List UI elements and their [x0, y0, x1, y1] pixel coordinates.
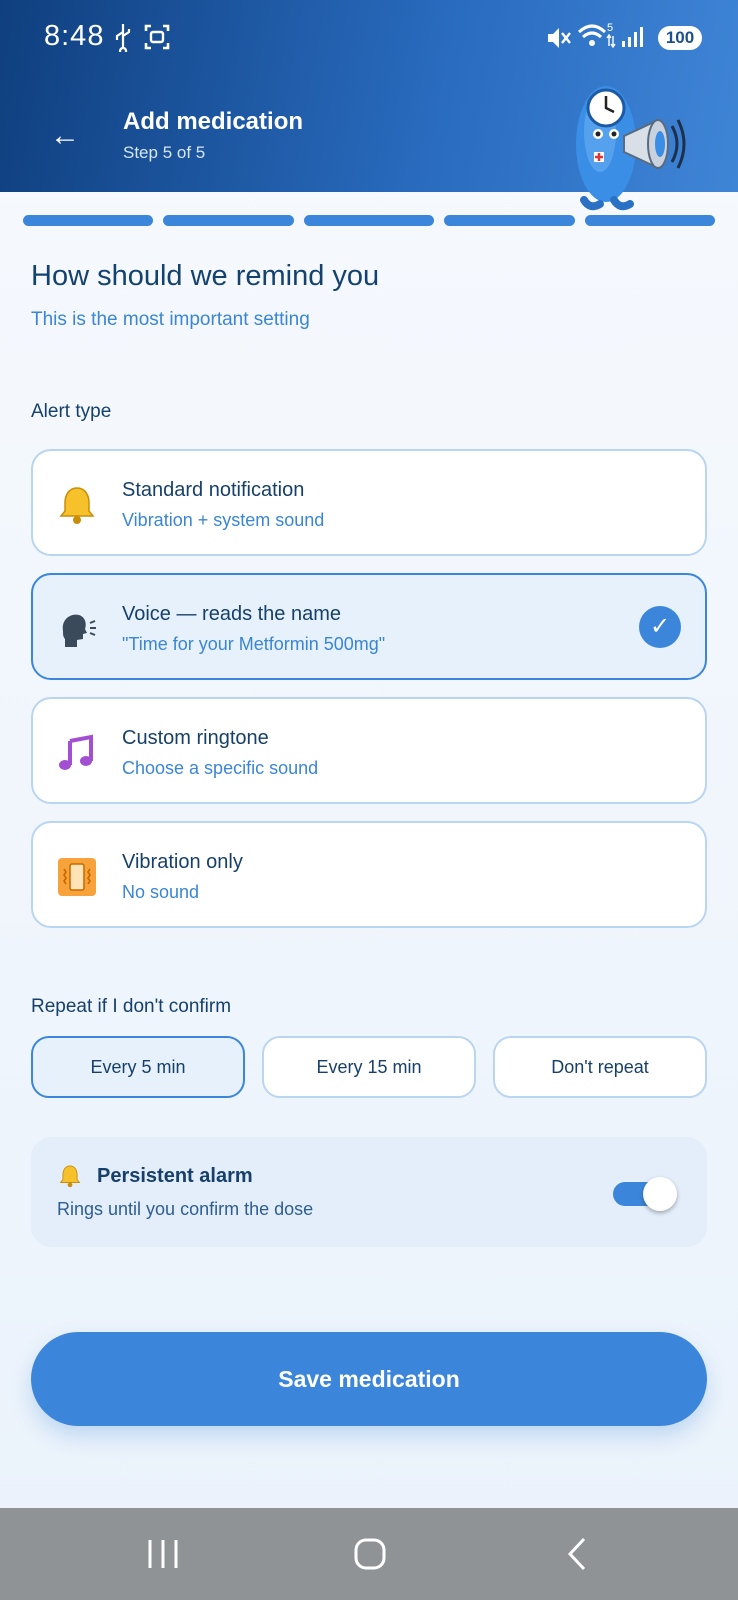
progress-segment: [444, 215, 575, 226]
status-time: 8:48: [44, 20, 105, 52]
wifi-icon: 5: [577, 20, 619, 57]
progress-segment: [23, 215, 154, 226]
pill-mascot-icon: [576, 86, 686, 211]
back-arrow-icon[interactable]: ←: [50, 121, 80, 151]
repeat-options: Every 5 min Every 15 min Don't repeat: [31, 1036, 707, 1098]
option-description: No sound: [122, 882, 200, 902]
alert-option-voice[interactable]: Voice — reads the name "Time for your Me…: [31, 573, 707, 680]
repeat-chip-15min[interactable]: Every 15 min: [262, 1036, 476, 1098]
persistent-alarm-description: Rings until you confirm the dose: [57, 1199, 314, 1219]
option-description: Choose a specific sound: [122, 758, 319, 778]
section-heading: How should we remind you: [31, 260, 380, 292]
page-title: Add medication: [123, 108, 304, 135]
battery-indicator: 100: [658, 26, 702, 50]
recent-apps-icon[interactable]: [141, 1532, 185, 1576]
home-icon[interactable]: [348, 1532, 392, 1576]
music-note-icon: [55, 731, 99, 775]
signal-icon: [620, 24, 646, 55]
system-nav-bar: [0, 1508, 738, 1600]
step-progress-bar: [23, 215, 716, 227]
persistent-alarm-card: Persistent alarm Rings until you confirm…: [31, 1137, 707, 1247]
mute-icon: [545, 24, 573, 57]
back-nav-icon[interactable]: [556, 1532, 600, 1576]
alert-option-vibration[interactable]: Vibration only No sound: [31, 821, 707, 928]
step-indicator: Step 5 of 5: [123, 143, 206, 162]
progress-segment: [163, 215, 294, 226]
section-subheading: This is the most important setting: [31, 309, 310, 330]
persistent-alarm-toggle[interactable]: [613, 1177, 677, 1211]
alert-option-ringtone[interactable]: Custom ringtone Choose a specific sound: [31, 697, 707, 804]
repeat-label: Repeat if I don't confirm: [31, 996, 232, 1017]
option-title: Custom ringtone: [122, 727, 269, 749]
option-title: Standard notification: [122, 479, 305, 501]
toggle-knob: [643, 1177, 677, 1211]
bell-icon: [55, 483, 99, 527]
progress-segment: [584, 215, 716, 226]
option-title: Voice — reads the name: [122, 603, 342, 625]
selected-check-icon: ✓: [639, 606, 681, 648]
vibration-icon: [55, 855, 99, 899]
alert-type-label: Alert type: [31, 401, 112, 422]
repeat-chip-5min[interactable]: Every 5 min: [31, 1036, 245, 1098]
alert-option-standard[interactable]: Standard notification Vibration + system…: [31, 449, 707, 556]
bell-icon: [57, 1163, 83, 1196]
persistent-alarm-title: Persistent alarm: [97, 1165, 253, 1187]
usb-icon: [112, 22, 134, 57]
save-medication-button[interactable]: Save medication: [31, 1332, 707, 1426]
status-bar: 8:48 5 100: [0, 0, 738, 78]
repeat-chip-none[interactable]: Don't repeat: [493, 1036, 707, 1098]
option-description: Vibration + system sound: [122, 510, 325, 530]
speaking-head-icon: [55, 607, 99, 651]
progress-segment: [303, 215, 435, 226]
app-header: 8:48 5 100 ← Add medication Step 5 of 5: [0, 0, 738, 211]
option-description: "Time for your Metformin 500mg": [122, 634, 386, 654]
screenshot-icon: [143, 22, 171, 57]
svg-text:5: 5: [607, 22, 613, 34]
option-title: Vibration only: [122, 851, 243, 873]
